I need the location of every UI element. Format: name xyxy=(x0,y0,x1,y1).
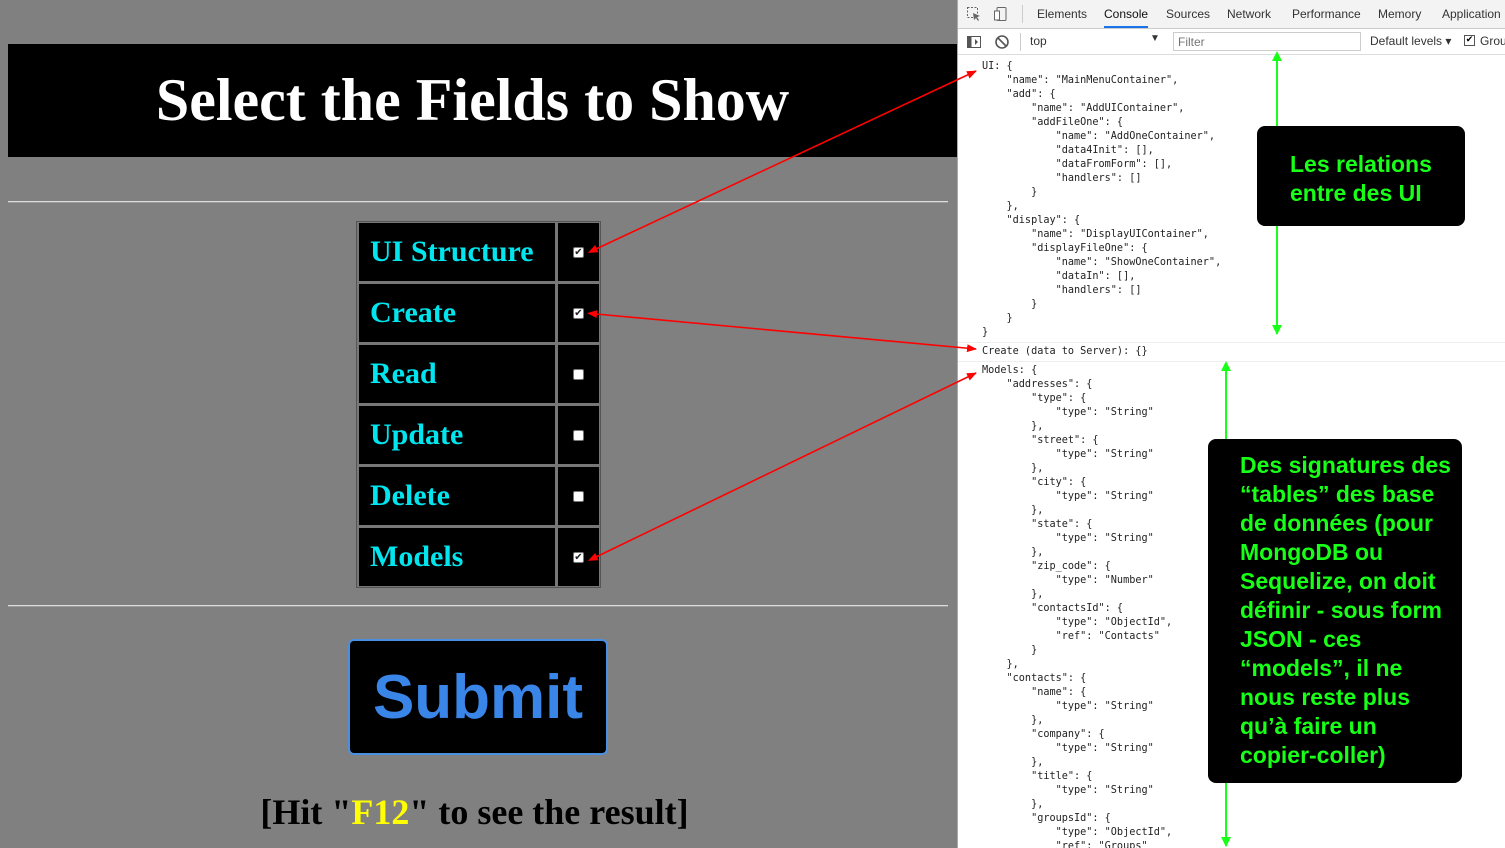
tab-performance[interactable]: Performance xyxy=(1292,0,1361,28)
field-label: Update xyxy=(359,406,555,464)
group-similar-checkbox[interactable]: ✔ xyxy=(1464,35,1475,46)
levels-dropdown[interactable]: Default levels ▾ xyxy=(1370,34,1451,48)
tab-memory[interactable]: Memory xyxy=(1378,0,1421,28)
console-message-ui: UI: { "name": "MainMenuContainer", "add"… xyxy=(982,61,1222,338)
page-title: Select the Fields to Show xyxy=(155,67,790,133)
chevron-down-icon[interactable]: ▼ xyxy=(1150,33,1160,44)
toolbar-separator xyxy=(1020,33,1021,51)
message-separator xyxy=(958,361,1505,362)
hint-text: [Hit "F12" to see the result] xyxy=(260,792,689,832)
context-select[interactable]: top xyxy=(1030,34,1047,48)
tab-elements[interactable]: Elements xyxy=(1037,0,1087,28)
submit-button[interactable]: Submit xyxy=(348,639,608,755)
fields-table: UI Structure ✔ Create ✔ Read Update Dele… xyxy=(356,221,601,588)
tab-separator xyxy=(1022,5,1023,23)
divider-top xyxy=(8,201,948,203)
filter-input[interactable] xyxy=(1173,32,1361,51)
console-message-create: Create (data to Server): {} xyxy=(982,346,1148,357)
field-label: UI Structure xyxy=(359,223,555,281)
group-similar-label: Grou xyxy=(1480,34,1505,48)
field-label: Read xyxy=(359,345,555,403)
devtools-tab-bar: Elements Console Sources Network Perform… xyxy=(958,0,1505,29)
tab-network[interactable]: Network xyxy=(1227,0,1271,28)
field-checkbox-models[interactable]: ✔ xyxy=(573,552,584,563)
inspect-icon[interactable] xyxy=(966,6,982,22)
field-checkbox-ui-structure[interactable]: ✔ xyxy=(573,247,584,258)
field-checkbox-read[interactable] xyxy=(573,369,584,380)
field-label: Models xyxy=(359,528,555,586)
field-checkbox-update[interactable] xyxy=(573,430,584,441)
field-checkbox-create[interactable]: ✔ xyxy=(573,308,584,319)
title-banner: Select the Fields to Show xyxy=(8,44,957,157)
hint-key: F12 xyxy=(351,792,410,832)
console-toolbar: top ▼ Default levels ▾ ✔ Grou xyxy=(958,29,1505,55)
tab-application[interactable]: Application xyxy=(1442,0,1501,28)
clear-console-icon[interactable] xyxy=(994,34,1010,50)
device-toolbar-icon[interactable] xyxy=(993,6,1009,22)
app-page: Select the Fields to Show UI Structure ✔… xyxy=(0,0,957,848)
annotation-ui-relations: Les relations entre des UI xyxy=(1257,126,1465,226)
field-label: Create xyxy=(359,284,555,342)
annotation-models: Des signatures des “tables” des base de … xyxy=(1208,439,1462,783)
field-label: Delete xyxy=(359,467,555,525)
field-checkbox-delete[interactable] xyxy=(573,491,584,502)
tab-console[interactable]: Console xyxy=(1104,0,1149,28)
divider-bottom xyxy=(8,605,948,607)
console-message-models: Models: { "addresses": { "type": { "type… xyxy=(982,365,1173,848)
sidebar-icon[interactable] xyxy=(966,34,982,50)
tab-sources[interactable]: Sources xyxy=(1166,0,1210,28)
message-separator xyxy=(958,342,1505,343)
